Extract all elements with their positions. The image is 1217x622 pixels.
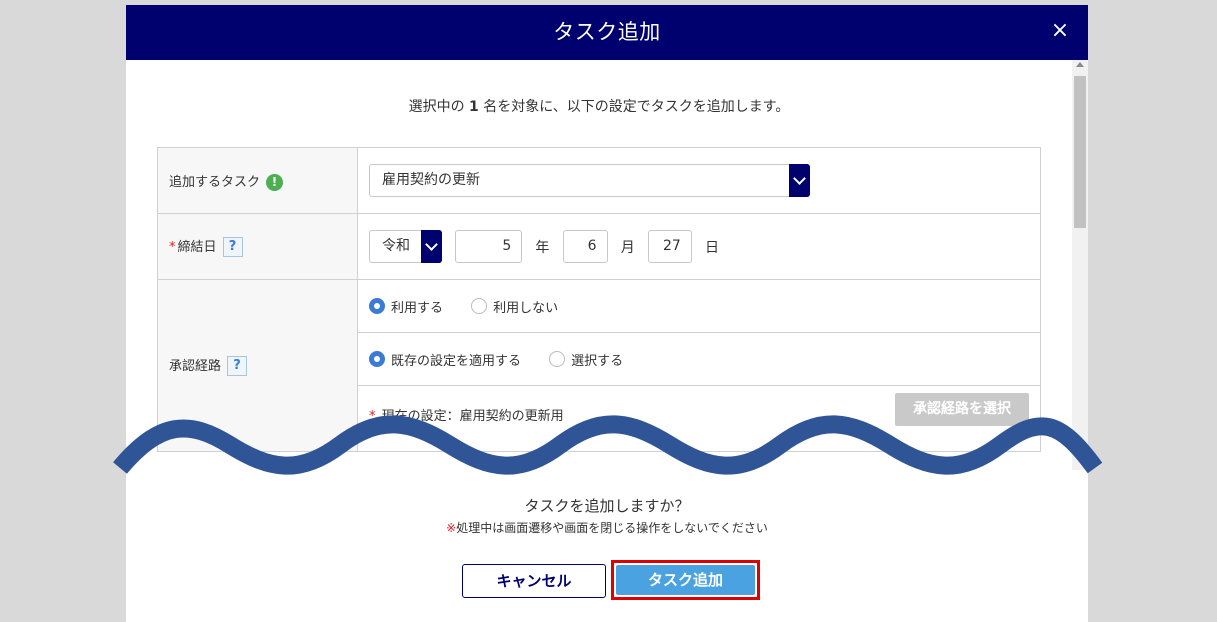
radio-use-label[interactable]: 利用する [391,301,443,316]
task-select[interactable]: 雇用契約の更新 [369,164,810,197]
date-label-cell: * 締結日? [157,213,358,280]
confirm-note: ※処理中は画面遷移や画面を閉じる操作をしないでください [126,519,1088,536]
current-setting: 現在の設定：雇用契約の更新用 [381,409,564,424]
modal-header: タスク追加 × [126,5,1088,60]
modal-footer: タスクを追加しますか？ ※処理中は画面遷移や画面を閉じる操作をしないでください … [126,470,1088,622]
scrollbar[interactable] [1072,60,1088,470]
task-label-cell: 追加するタスク! [157,147,358,214]
add-task-button[interactable]: タスク追加 [616,565,755,595]
intro-text: 選択中の 1 名を対象に、以下の設定でタスクを追加します。 [408,99,790,115]
selected-count: 1 [469,99,479,115]
month-unit: 月 [620,239,635,256]
add-button-highlight: タスク追加 [611,560,760,600]
radio-choose-label[interactable]: 選択する [571,354,623,369]
info-icon[interactable]: ! [266,173,284,191]
modal-title: タスク追加 [553,20,661,44]
radio-apply-existing-label[interactable]: 既存の設定を適用する [391,354,521,369]
task-select-value: 雇用契約の更新 [382,172,480,188]
approval-label: 承認経路 [169,358,222,374]
note-mark: ※ [446,521,457,535]
scroll-thumb[interactable] [1074,76,1086,228]
cancel-button[interactable]: キャンセル [462,564,606,598]
era-select[interactable]: 令和 [369,230,442,263]
task-label: 追加するタスク [169,174,261,190]
close-icon[interactable]: × [1048,19,1072,43]
required-mark: * [169,239,176,255]
radio-nouse[interactable] [471,298,488,314]
approval-label-cell: 承認経路? [157,279,358,452]
radio-use[interactable] [369,298,385,314]
help-icon[interactable]: ? [222,237,243,258]
year-unit: 年 [535,239,550,256]
select-approval-route-button[interactable]: 承認経路を選択 [895,393,1029,426]
note-text: 処理中は画面遷移や画面を閉じる操作をしないでください [456,521,768,535]
radio-apply-existing[interactable] [369,351,385,367]
chevron-down-icon [789,164,810,197]
radio-nouse-label[interactable]: 利用しない [493,301,558,316]
required-mark: * [369,409,376,424]
year-input[interactable]: 5 [455,230,523,263]
task-add-modal: タスク追加 × 選択中の 1 名を対象に、以下の設定でタスクを追加します。 追加… [126,5,1088,622]
radio-choose[interactable] [549,351,566,367]
day-input[interactable]: 27 [647,230,692,263]
date-label: 締結日 [177,239,217,255]
help-icon[interactable]: ? [227,356,248,377]
month-input[interactable]: 6 [562,230,608,263]
chevron-down-icon [421,230,442,263]
scroll-up-icon[interactable] [1076,62,1084,67]
confirm-question: タスクを追加しますか？ [524,497,690,515]
task-form: 追加するタスク! 雇用契約の更新 * 締結日? 令和 5 年 6 月 27 日 … [157,147,1041,452]
day-unit: 日 [704,239,719,256]
modal-body: 選択中の 1 名を対象に、以下の設定でタスクを追加します。 追加するタスク! 雇… [126,60,1088,470]
